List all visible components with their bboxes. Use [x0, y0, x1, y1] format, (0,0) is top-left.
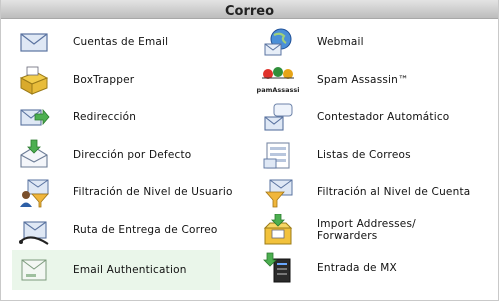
user-filter-icon — [18, 176, 50, 208]
item-label: Email Authentication — [73, 264, 187, 276]
import-addresses-forwarders-link[interactable]: Import Addresses/ Forwarders — [256, 212, 486, 248]
autoresponder-icon — [262, 101, 294, 133]
account-filter-icon — [262, 176, 294, 208]
webmail-link[interactable]: Webmail — [256, 24, 486, 60]
user-level-filtering-link[interactable]: Filtración de Nivel de Usuario — [12, 174, 242, 210]
item-label: Spam Assassin™ — [317, 74, 409, 86]
spamassassin-logo-text: SpamAssassin — [256, 86, 300, 94]
item-label: Redirección — [73, 111, 137, 123]
item-label: Import Addresses/ Forwarders — [317, 218, 416, 242]
mailing-lists-link[interactable]: Listas de Correos — [256, 137, 486, 173]
mail-panel: Correo Cuentas de Email Webmail BoxTrapp… — [0, 0, 499, 301]
forward-arrow-icon — [18, 101, 50, 133]
item-label: Filtración de Nivel de Usuario — [73, 186, 233, 198]
mx-entry-link[interactable]: Entrada de MX — [256, 250, 486, 286]
item-label: Filtración al Nivel de Cuenta — [317, 186, 471, 198]
autoresponder-link[interactable]: Contestador Automático — [256, 99, 486, 135]
item-label: Webmail — [317, 36, 364, 48]
panel-header: Correo — [1, 0, 498, 19]
globe-mail-icon — [262, 26, 294, 58]
forwarders-link[interactable]: Redirección — [12, 99, 242, 135]
item-label: Dirección por Defecto — [73, 149, 192, 161]
email-authentication-link[interactable]: Email Authentication — [12, 250, 220, 290]
spamassassin-icon: SpamAssassin — [256, 64, 300, 96]
email-accounts-link[interactable]: Cuentas de Email — [12, 24, 242, 60]
account-level-filtering-link[interactable]: Filtración al Nivel de Cuenta — [256, 174, 486, 210]
spam-assassin-link[interactable]: SpamAssassin Spam Assassin™ — [256, 62, 486, 98]
mailing-list-icon — [262, 139, 294, 171]
item-label: Cuentas de Email — [73, 36, 169, 48]
delivery-route-icon — [18, 214, 50, 246]
panel-title: Correo — [224, 4, 275, 19]
default-address-link[interactable]: Dirección por Defecto — [12, 137, 242, 173]
item-label: Entrada de MX — [317, 262, 397, 274]
import-box-icon — [262, 214, 294, 246]
item-label: Contestador Automático — [317, 111, 450, 123]
item-label: Listas de Correos — [317, 149, 411, 161]
envelope-icon — [18, 26, 50, 58]
boxtrapper-link[interactable]: BoxTrapper — [12, 62, 242, 98]
default-address-icon — [18, 139, 50, 171]
item-label: BoxTrapper — [73, 74, 135, 86]
email-auth-icon — [18, 254, 50, 286]
boxtrapper-icon — [18, 64, 50, 96]
email-delivery-route-link[interactable]: Ruta de Entrega de Correo — [12, 212, 242, 248]
item-label: Ruta de Entrega de Correo — [73, 224, 218, 236]
mx-server-icon — [262, 252, 294, 284]
